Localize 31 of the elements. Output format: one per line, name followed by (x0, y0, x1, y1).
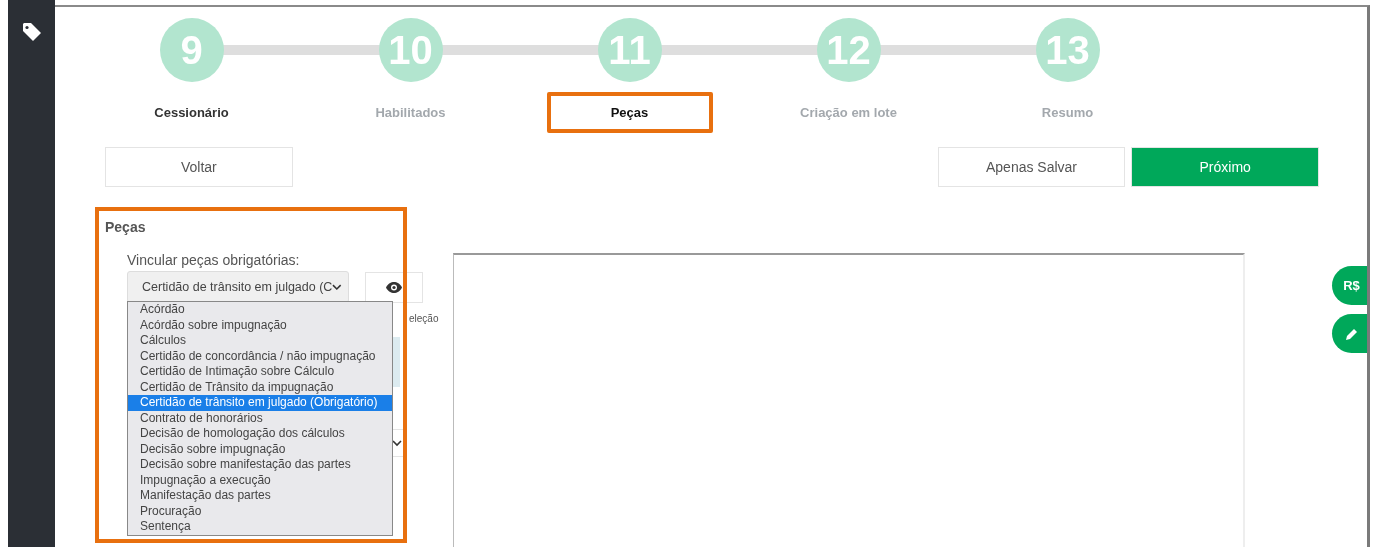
step-label: Criação em lote (799, 104, 898, 122)
dropdown-option[interactable]: Decisão sobre impugnação (128, 441, 392, 457)
dropdown-option[interactable]: Acórdão sobre impugnação (128, 317, 392, 333)
step-number: 13 (1035, 18, 1100, 82)
step-number: 12 (816, 18, 881, 82)
dropdown-option[interactable]: Certidão de Trânsito da impugnação (128, 379, 392, 395)
step-label: Habilitados (374, 104, 447, 122)
step-number: 9 (159, 18, 224, 82)
dropdown-option[interactable]: Certidão de trânsito em julgado (Obrigatório) (128, 395, 392, 411)
step-label: Resumo (1040, 104, 1095, 122)
dropdown-option[interactable]: Decisão sobre manifestação das partes (128, 457, 392, 473)
step-label: Cessionário (153, 104, 230, 122)
step-number: 11 (597, 18, 662, 82)
dropdown-option[interactable]: Impugnação a execução (128, 472, 392, 488)
dropdown-option[interactable]: Certidão de Intimação sobre Cálculo (128, 364, 392, 380)
hint-text: eleção (409, 313, 439, 325)
step-number: 10 (378, 18, 443, 82)
field-label: Vincular peças obrigatórias: (127, 252, 301, 268)
dropdown-option[interactable]: Manifestação das partes (128, 488, 392, 504)
dropdown-option[interactable]: Decisão de homologação dos cálculos (128, 426, 392, 442)
dropdown-option[interactable]: Acórdão (128, 302, 392, 318)
dropdown-option[interactable]: Cálculos (128, 333, 392, 349)
dropdown-option[interactable]: Sentença (128, 519, 392, 535)
back-button[interactable]: Voltar (105, 147, 293, 187)
dropdown-option[interactable]: Procuração (128, 503, 392, 519)
dropdown-option[interactable]: Contrato de honorários (128, 410, 392, 426)
dropdown-option[interactable]: Certidão de concordância / não impugnação (128, 348, 392, 364)
section-title: Peças (105, 219, 147, 235)
select-field[interactable]: Certidão de trânsito em julgado (C (127, 271, 349, 303)
step-label: Peças (610, 105, 649, 120)
save-button[interactable]: Apenas Salvar (937, 147, 1126, 187)
